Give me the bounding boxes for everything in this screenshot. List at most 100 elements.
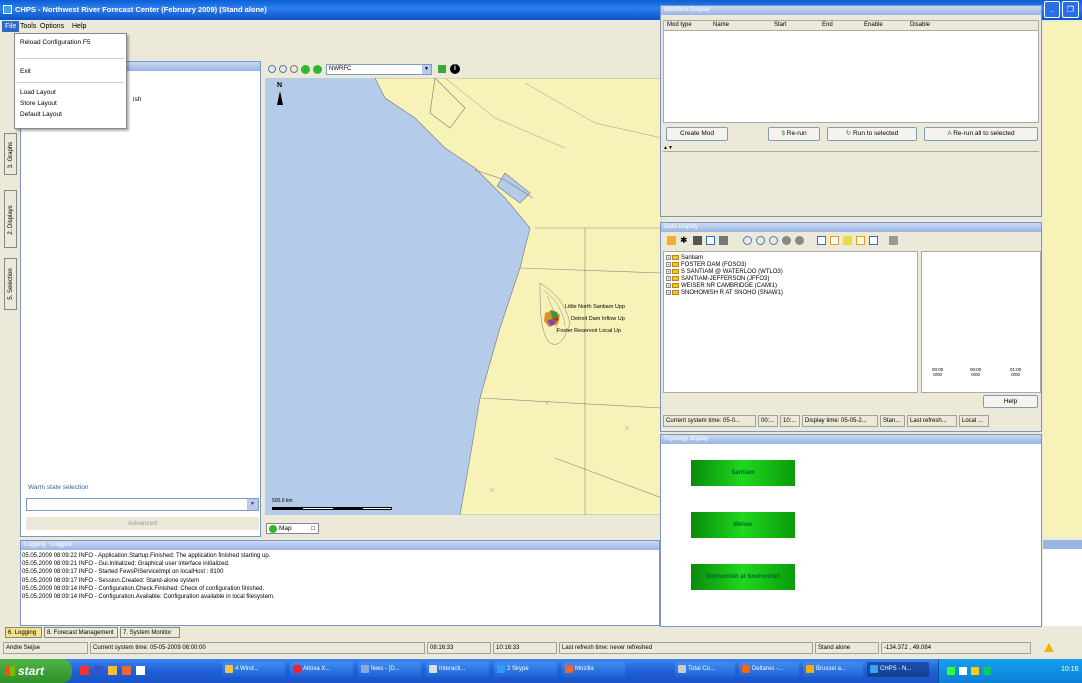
rerun-all-button[interactable]: A Re-run all to selected	[924, 127, 1038, 141]
map-view[interactable]: N Little North Santiam Upp Detroit Dam I…	[265, 78, 662, 515]
taskbar-item[interactable]: 2 Skype	[494, 662, 557, 677]
info-icon[interactable]: i	[450, 64, 460, 74]
col-end[interactable]: End	[822, 22, 833, 28]
expand-icon[interactable]: +	[666, 269, 671, 274]
graph-icon[interactable]	[817, 236, 826, 245]
home-icon[interactable]	[667, 236, 676, 245]
map-tab-close-icon[interactable]: □	[311, 524, 315, 534]
topology-node-snohomish[interactable]: Snohomish at Snohomish	[691, 564, 795, 590]
tree-item[interactable]: + FOSTER DAM (FOSO3)	[666, 262, 915, 269]
minimize-button[interactable]: _	[1044, 1, 1060, 18]
topology-node-santiam[interactable]: Santiam	[691, 460, 795, 486]
bottom-tab-logging[interactable]: 6. Logging	[5, 627, 42, 638]
menu-item-exit[interactable]: Exit	[20, 68, 31, 75]
menu-item-default-layout[interactable]: Default Layout	[20, 111, 62, 118]
map-tab[interactable]: Map □	[266, 523, 319, 534]
layers-icon[interactable]	[438, 65, 446, 73]
zoom-reset-icon[interactable]	[769, 236, 778, 245]
tree-item[interactable]: + S SANTIAM @ WATERLOO (WTLO3)	[666, 269, 915, 276]
graph-overlay-icon[interactable]	[869, 236, 878, 245]
tree-item[interactable]: + SNOHOMISH R AT SNOHO (SNAW1)	[666, 290, 915, 297]
run-to-selected-button[interactable]: ↻ Run to selected	[827, 127, 917, 141]
print-icon[interactable]	[889, 236, 898, 245]
taskbar-item[interactable]: Total Co...	[675, 662, 735, 677]
help-button[interactable]: Help	[983, 395, 1038, 408]
col-enable[interactable]: Enable	[864, 22, 883, 28]
menu-file[interactable]: File	[2, 21, 20, 32]
taskbar-item[interactable]: fews - [D...	[358, 662, 421, 677]
taskbar-item[interactable]: Altova X...	[290, 662, 353, 677]
menu-options[interactable]: Options	[40, 23, 64, 30]
taskbar-item[interactable]: 4 Wind...	[222, 662, 285, 677]
region-select[interactable]: NWRFC ▼	[326, 64, 432, 75]
graph-compare-icon[interactable]	[830, 236, 839, 245]
expand-icon[interactable]: +	[666, 290, 671, 295]
tray-icon[interactable]	[983, 667, 991, 675]
tree-item[interactable]: + SANTIAM-JEFFERSON (JFFO3)	[666, 276, 915, 283]
taskbar-item[interactable]: Deltares -...	[739, 662, 799, 677]
col-name[interactable]: Name	[713, 22, 729, 28]
zoom-out-icon[interactable]	[279, 65, 287, 73]
bottom-tab-monitor[interactable]: 7. System Monitor	[120, 627, 180, 638]
quicklaunch-icon[interactable]	[94, 666, 103, 675]
graph-yellow-icon[interactable]	[843, 236, 852, 245]
expand-icon[interactable]: +	[666, 283, 671, 288]
zoom-in-icon[interactable]	[268, 65, 276, 73]
create-mod-button[interactable]: Create Mod	[666, 127, 728, 141]
taskbar-item[interactable]: Mozilla	[562, 662, 625, 677]
advanced-button[interactable]: Advanced	[26, 517, 259, 530]
tree-item[interactable]: + Santiam	[666, 255, 915, 262]
tab-displays[interactable]: 2. Displays	[4, 190, 17, 248]
menu-tools[interactable]: Tools	[20, 23, 36, 30]
stop-icon[interactable]	[795, 236, 804, 245]
zoom-out-icon[interactable]	[756, 236, 765, 245]
logging-tab[interactable]: Logging	[24, 542, 45, 548]
quicklaunch-icon[interactable]	[122, 666, 131, 675]
maximize-button[interactable]: ❐	[1062, 1, 1079, 18]
taskbar-item[interactable]: Interacti...	[426, 662, 489, 677]
quicklaunch-icon[interactable]	[80, 666, 89, 675]
col-start[interactable]: Start	[774, 22, 787, 28]
tree-item[interactable]: + WEISER NR CAMBRIDGE (CAMI1)	[666, 283, 915, 290]
topology-node-weiser[interactable]: Weiser	[691, 512, 795, 538]
expand-icon[interactable]: +	[666, 276, 671, 281]
forward-icon[interactable]	[313, 65, 322, 74]
pan-icon[interactable]	[290, 65, 298, 73]
taskbar-item-active[interactable]: CHPS - N...	[867, 662, 929, 677]
star-icon[interactable]: ✱	[680, 236, 689, 245]
record-icon[interactable]	[782, 236, 791, 245]
menu-item-store-layout[interactable]: Store Layout	[20, 100, 57, 107]
start-button[interactable]: start	[0, 659, 72, 683]
menu-help[interactable]: Help	[72, 23, 86, 30]
bottom-tab-forecast[interactable]: 8. Forecast Management	[44, 627, 118, 638]
edit-icon[interactable]	[719, 236, 728, 245]
region-dropdown-icon[interactable]: ▼	[422, 65, 431, 74]
tab-selection[interactable]: 5. Selection	[4, 258, 17, 310]
warm-state-select[interactable]	[26, 498, 259, 511]
tray-icon[interactable]	[971, 667, 979, 675]
chart-icon[interactable]	[706, 236, 715, 245]
expand-icon[interactable]: +	[666, 255, 671, 260]
quicklaunch-icon[interactable]	[108, 666, 117, 675]
logged-tab[interactable]: Logged	[51, 542, 71, 548]
col-mod-type[interactable]: Mod type	[667, 22, 692, 28]
col-disable[interactable]: Disable	[910, 22, 930, 28]
tray-icon[interactable]	[947, 667, 955, 675]
table-icon[interactable]	[693, 236, 702, 245]
menu-item-reload[interactable]: Reload Configuration F5	[20, 39, 90, 46]
rerun-button[interactable]: $ Re-run	[768, 127, 820, 141]
tray-icon[interactable]	[959, 667, 967, 675]
data-display-toolbar: ✱	[663, 235, 1041, 248]
task-icon	[225, 665, 233, 673]
back-icon[interactable]	[301, 65, 310, 74]
taskbar-item[interactable]: Brussel a...	[803, 662, 863, 677]
warning-icon[interactable]	[1044, 643, 1054, 652]
tab-graphs[interactable]: 3. Graphs	[4, 133, 17, 175]
quicklaunch-icon[interactable]	[136, 666, 145, 675]
warm-state-dropdown-icon[interactable]: ▼	[247, 499, 258, 510]
expand-icon[interactable]: +	[666, 262, 671, 267]
task-icon	[361, 665, 369, 673]
graph-split-icon[interactable]	[856, 236, 865, 245]
zoom-in-icon[interactable]	[743, 236, 752, 245]
menu-item-load-layout[interactable]: Load Layout	[20, 89, 56, 96]
